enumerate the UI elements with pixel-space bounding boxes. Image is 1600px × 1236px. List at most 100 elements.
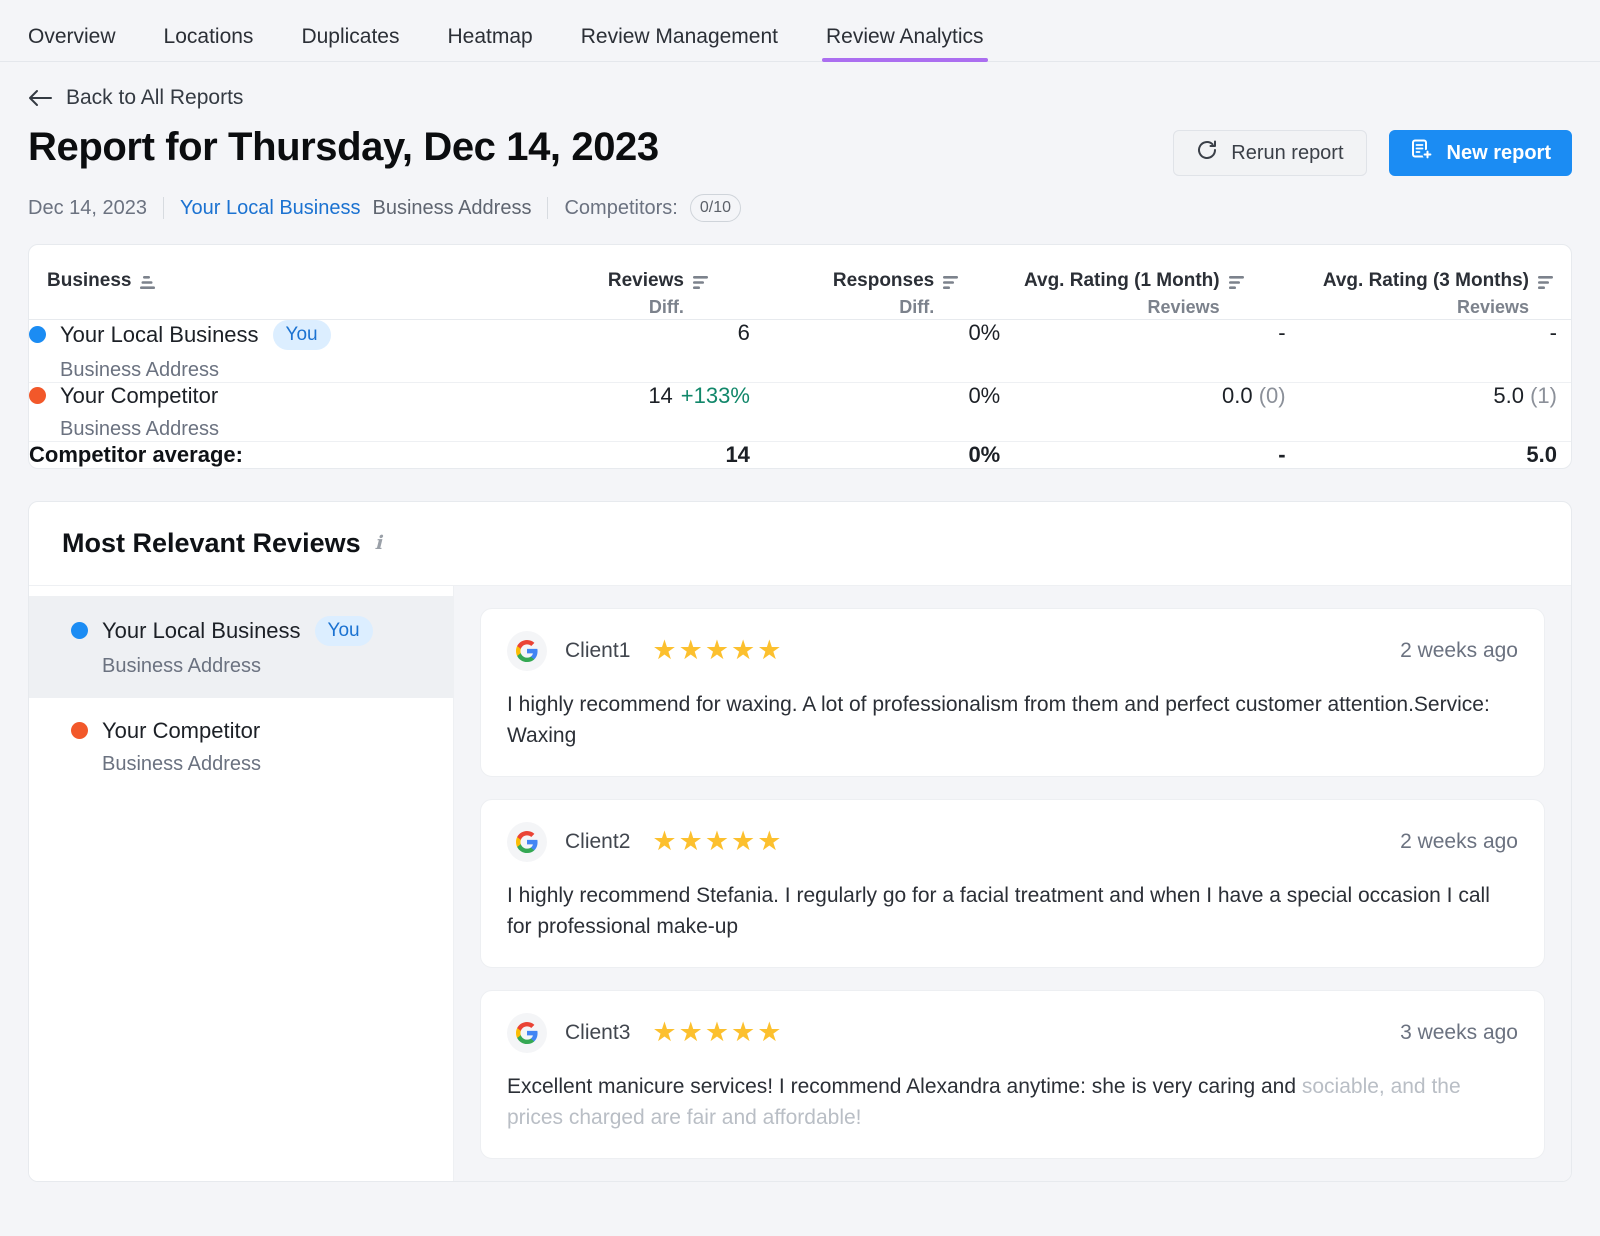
review-card: Client3 ★ ★ ★ ★ ★ 3 weeks ago Excellent …: [480, 990, 1545, 1159]
column-header-responses-sub: Diff.: [899, 297, 934, 318]
table-row[interactable]: Your Local Business You Business Address…: [29, 319, 1571, 382]
row-business-address: Business Address: [29, 359, 500, 382]
review-timestamp: 2 weeks ago: [1400, 639, 1518, 663]
comparison-table-card: Business: [28, 244, 1572, 469]
review-card: Client1 ★ ★ ★ ★ ★ 2 weeks ago I highly r…: [480, 608, 1545, 777]
review-card-header: Client2 ★ ★ ★ ★ ★ 2 weeks ago: [507, 822, 1518, 862]
star-icon: ★: [652, 637, 676, 664]
document-plus-icon: [1410, 138, 1434, 168]
column-header-reviews-label: Reviews: [608, 269, 684, 293]
reviews-body: Your Local Business You Business Address…: [29, 586, 1571, 1181]
row-rating-1m-value: 0.0 (0): [1000, 382, 1285, 441]
star-icon: ★: [679, 637, 703, 664]
row-rating-3m-value: 5.0 (1): [1286, 382, 1571, 441]
business-link[interactable]: Your Local Business: [180, 197, 361, 220]
refresh-icon: [1196, 139, 1218, 167]
star-icon: ★: [757, 828, 781, 855]
business-address: Business Address: [372, 197, 531, 220]
column-header-avg-rating-3-months[interactable]: Avg. Rating (3 Months) Reviews: [1286, 245, 1571, 319]
sort-descending-icon[interactable]: [943, 274, 962, 296]
row-reviews-number: 6: [738, 320, 750, 345]
you-badge: You: [315, 616, 373, 646]
row-rating-3m-value: -: [1286, 319, 1571, 382]
review-card: Client2 ★ ★ ★ ★ ★ 2 weeks ago I highly r…: [480, 799, 1545, 968]
reviews-sidebar-item-address: Business Address: [71, 753, 453, 776]
row-business-name: Your Local Business: [60, 322, 259, 348]
meta-divider-1: [163, 197, 164, 219]
row-rating-1m-value: -: [1000, 319, 1285, 382]
star-icon: ★: [731, 1019, 755, 1046]
sort-descending-icon[interactable]: [693, 274, 712, 296]
tab-duplicates[interactable]: Duplicates: [277, 26, 423, 61]
column-header-business-label: Business: [47, 269, 131, 293]
row-reviews-diff: +133%: [681, 383, 750, 408]
row-business-cell: Your Local Business You Business Address: [29, 319, 500, 382]
column-header-responses-label: Responses: [833, 269, 934, 293]
google-icon: [507, 822, 547, 862]
review-text: I highly recommend for waxing. A lot of …: [507, 689, 1518, 752]
review-text: I highly recommend Stefania. I regularly…: [507, 880, 1518, 943]
sort-descending-icon[interactable]: [1538, 274, 1557, 296]
row-reviews-value: 14+133%: [500, 382, 750, 441]
competitor-color-dot: [71, 722, 88, 739]
back-link-label: Back to All Reports: [66, 86, 243, 110]
business-color-dot: [29, 326, 46, 343]
reviews-sidebar-item-your-competitor[interactable]: Your Competitor Business Address: [29, 698, 453, 796]
column-header-business[interactable]: Business: [29, 245, 500, 319]
competitor-color-dot: [29, 387, 46, 404]
row-business-address: Business Address: [29, 418, 500, 441]
rerun-report-label: Rerun report: [1231, 142, 1343, 165]
review-author: Client2: [565, 830, 630, 854]
business-color-dot: [71, 622, 88, 639]
column-header-avg-rating-1-month-label: Avg. Rating (1 Month): [1024, 269, 1220, 293]
reviews-sidebar-item-your-local-business[interactable]: Your Local Business You Business Address: [29, 596, 453, 698]
table-row[interactable]: Your Competitor Business Address 14+133%…: [29, 382, 1571, 441]
competitors-count-badge: 0/10: [690, 194, 741, 222]
table-header: Business: [29, 245, 1571, 319]
row-responses-value: 0%: [750, 319, 1000, 382]
tab-locations[interactable]: Locations: [140, 26, 278, 61]
back-to-all-reports-link[interactable]: Back to All Reports: [28, 86, 243, 110]
star-icon: ★: [757, 1019, 781, 1046]
competitor-average-rating-3m: 5.0: [1286, 441, 1571, 468]
tab-review-analytics[interactable]: Review Analytics: [802, 26, 1008, 61]
sort-ascending-icon[interactable]: [140, 274, 159, 296]
row-business-cell: Your Competitor Business Address: [29, 382, 500, 441]
competitor-average-responses: 0%: [750, 441, 1000, 468]
you-badge: You: [273, 320, 331, 350]
review-rating-stars: ★ ★ ★ ★ ★: [652, 1019, 781, 1046]
review-card-header: Client3 ★ ★ ★ ★ ★ 3 weeks ago: [507, 1013, 1518, 1053]
sort-descending-icon[interactable]: [1229, 274, 1248, 296]
main-tab-bar: Overview Locations Duplicates Heatmap Re…: [0, 0, 1600, 62]
review-author: Client3: [565, 1021, 630, 1045]
star-icon: ★: [652, 828, 676, 855]
column-header-avg-rating-1-month-sub: Reviews: [1148, 297, 1220, 318]
tab-overview[interactable]: Overview: [28, 26, 140, 61]
tab-review-management[interactable]: Review Management: [557, 26, 802, 61]
new-report-button[interactable]: New report: [1389, 130, 1572, 176]
column-header-responses[interactable]: Responses Diff.: [750, 245, 1000, 319]
star-icon: ★: [705, 828, 729, 855]
review-cards-list: Client1 ★ ★ ★ ★ ★ 2 weeks ago I highly r…: [454, 586, 1571, 1181]
tab-heatmap[interactable]: Heatmap: [424, 26, 557, 61]
row-reviews-value: 6: [500, 319, 750, 382]
review-timestamp: 3 weeks ago: [1400, 1021, 1518, 1045]
competitor-average-row: Competitor average: 14 0% - 5.0: [29, 441, 1571, 468]
reviews-header: Most Relevant Reviews ℹ: [29, 502, 1571, 586]
new-report-label: New report: [1447, 142, 1551, 165]
most-relevant-reviews-card: Most Relevant Reviews ℹ Your Local Busin…: [28, 501, 1572, 1182]
column-header-avg-rating-3-months-label: Avg. Rating (3 Months): [1323, 269, 1529, 293]
rerun-report-button[interactable]: Rerun report: [1173, 130, 1366, 176]
page-title: Report for Thursday, Dec 14, 2023: [28, 124, 659, 170]
arrow-left-icon: [28, 88, 54, 108]
star-icon: ★: [757, 637, 781, 664]
row-rating-3m-count: (1): [1530, 383, 1557, 408]
column-header-reviews[interactable]: Reviews Diff.: [500, 245, 750, 319]
row-rating-1m-count: (0): [1259, 383, 1286, 408]
table-body: Your Local Business You Business Address…: [29, 319, 1571, 468]
row-rating-3m-number: 5.0: [1493, 383, 1524, 408]
star-icon: ★: [705, 1019, 729, 1046]
reviews-sidebar-item-name: Your Competitor: [102, 718, 260, 744]
info-icon[interactable]: ℹ: [375, 532, 382, 555]
column-header-avg-rating-1-month[interactable]: Avg. Rating (1 Month) Reviews: [1000, 245, 1285, 319]
